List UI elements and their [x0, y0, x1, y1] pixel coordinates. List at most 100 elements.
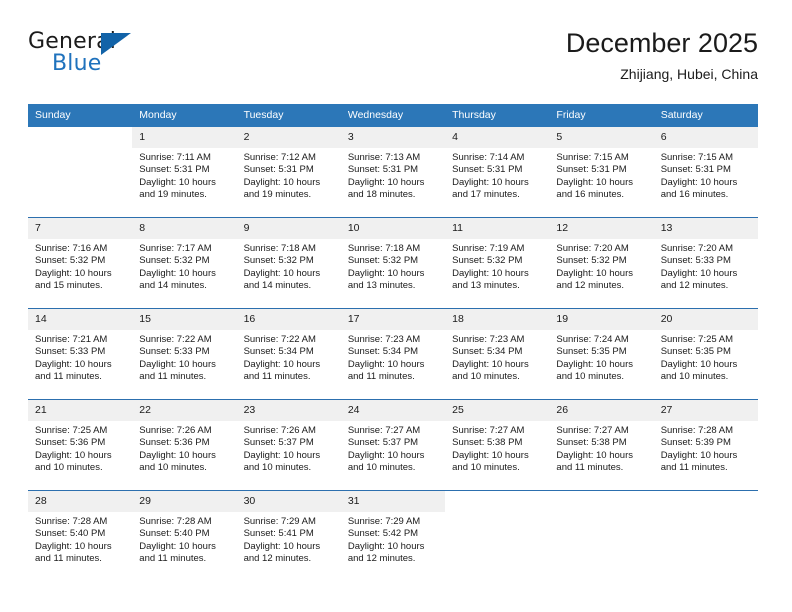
day-sun-info: Sunrise: 7:23 AM Sunset: 5:34 PM Daylight:…	[341, 330, 445, 384]
day-number: 14	[28, 309, 133, 330]
calendar-week-row: 28 Sunrise: 7:28 AM Sunset: 5:40 PM Dayligh…	[28, 490, 758, 581]
sunrise-text: Sunrise: 7:19 AM	[452, 243, 525, 254]
calendar-day-cell[interactable]: 3 Sunrise: 7:13 AM Sunset: 5:31 PM Daylight…	[340, 127, 446, 218]
day-sun-info: Sunrise: 7:17 AM Sunset: 5:32 PM Daylight:…	[132, 239, 236, 293]
calendar-day-cell[interactable]: 7 Sunrise: 7:16 AM Sunset: 5:32 PM Daylight…	[28, 217, 133, 309]
day-sun-info: Sunrise: 7:16 AM Sunset: 5:32 PM Daylight:…	[28, 239, 132, 293]
sunrise-text: Sunrise: 7:13 AM	[347, 152, 421, 163]
day-sun-info: Sunrise: 7:28 AM Sunset: 5:40 PM Daylight:…	[28, 512, 132, 566]
daylight-text-line2: and 16 minutes.	[556, 189, 625, 201]
daylight-text-line1: Daylight: 10 hours	[243, 449, 321, 461]
calendar-cell-empty	[445, 490, 550, 581]
daylight-text-line1: Daylight: 10 hours	[243, 267, 321, 279]
day-sun-info: Sunrise: 7:18 AM Sunset: 5:32 PM Daylight:…	[237, 239, 341, 293]
general-blue-logo[interactable]: General Blue	[28, 30, 148, 84]
calendar-grid: Sunday Monday Tuesday Wednesday Thursday…	[28, 104, 758, 581]
calendar-day-cell[interactable]: 28 Sunrise: 7:28 AM Sunset: 5:40 PM Dayligh…	[28, 490, 133, 581]
daylight-text-line1: Daylight: 10 hours	[347, 358, 425, 370]
calendar-day-cell[interactable]: 26 Sunrise: 7:27 AM Sunset: 5:38 PM Dayligh…	[549, 399, 654, 491]
day-sun-info: Sunrise: 7:15 AM Sunset: 5:31 PM Daylight:…	[654, 148, 758, 202]
day-number: 15	[132, 309, 237, 330]
day-sun-info: Sunrise: 7:26 AM Sunset: 5:37 PM Daylight:…	[237, 421, 341, 475]
sunset-text: Sunset: 5:38 PM	[452, 437, 523, 449]
calendar-day-cell[interactable]: 10 Sunrise: 7:18 AM Sunset: 5:32 PM Dayligh…	[340, 217, 446, 309]
calendar-day-cell[interactable]: 1 Sunrise: 7:11 AM Sunset: 5:31 PM Daylight…	[132, 127, 237, 218]
weekday-header-sunday: Sunday	[28, 104, 133, 127]
daylight-text-line1: Daylight: 10 hours	[556, 176, 633, 188]
sunset-text: Sunset: 5:33 PM	[35, 346, 106, 358]
calendar-day-cell[interactable]: 14 Sunrise: 7:21 AM Sunset: 5:33 PM Dayligh…	[28, 308, 133, 400]
weekday-header-row: Sunday Monday Tuesday Wednesday Thursday…	[28, 104, 758, 127]
daylight-text-line2: and 10 minutes.	[556, 371, 625, 383]
sunrise-text: Sunrise: 7:28 AM	[35, 516, 108, 527]
calendar-day-cell[interactable]: 21 Sunrise: 7:25 AM Sunset: 5:36 PM Dayligh…	[28, 399, 133, 491]
calendar-day-cell[interactable]: 23 Sunrise: 7:26 AM Sunset: 5:37 PM Dayligh…	[236, 399, 341, 491]
sunrise-text: Sunrise: 7:27 AM	[452, 425, 525, 436]
calendar-day-cell[interactable]: 17 Sunrise: 7:23 AM Sunset: 5:34 PM Dayligh…	[340, 308, 446, 400]
sunset-text: Sunset: 5:31 PM	[347, 164, 419, 176]
calendar-day-cell[interactable]: 24 Sunrise: 7:27 AM Sunset: 5:37 PM Dayligh…	[340, 399, 446, 491]
day-number: 23	[236, 400, 341, 421]
calendar-day-cell[interactable]: 19 Sunrise: 7:24 AM Sunset: 5:35 PM Dayligh…	[549, 308, 654, 400]
calendar-day-cell[interactable]: 5 Sunrise: 7:15 AM Sunset: 5:31 PM Daylight…	[549, 127, 654, 218]
day-number: 3	[340, 127, 446, 148]
daylight-text-line2: and 11 minutes.	[556, 462, 624, 474]
calendar-day-cell[interactable]: 20 Sunrise: 7:25 AM Sunset: 5:35 PM Dayligh…	[653, 308, 758, 400]
calendar-day-cell[interactable]: 2 Sunrise: 7:12 AM Sunset: 5:31 PM Daylight…	[236, 127, 341, 218]
calendar-day-cell[interactable]: 31 Sunrise: 7:29 AM Sunset: 5:42 PM Dayligh…	[340, 490, 446, 581]
calendar-day-cell[interactable]: 11 Sunrise: 7:19 AM Sunset: 5:32 PM Dayligh…	[445, 217, 550, 309]
calendar-day-cell[interactable]: 30 Sunrise: 7:29 AM Sunset: 5:41 PM Dayligh…	[236, 490, 341, 581]
daylight-text-line2: and 11 minutes.	[347, 371, 415, 383]
sunrise-text: Sunrise: 7:26 AM	[243, 425, 316, 436]
weekday-header-saturday: Saturday	[653, 104, 758, 127]
daylight-text-line1: Daylight: 10 hours	[556, 267, 633, 279]
daylight-text-line1: Daylight: 10 hours	[139, 540, 216, 552]
sunset-text: Sunset: 5:37 PM	[243, 437, 314, 449]
sunrise-text: Sunrise: 7:20 AM	[660, 243, 734, 254]
daylight-text-line2: and 11 minutes.	[243, 371, 311, 383]
calendar-day-cell[interactable]: 12 Sunrise: 7:20 AM Sunset: 5:32 PM Dayligh…	[549, 217, 654, 309]
sunrise-text: Sunrise: 7:16 AM	[35, 243, 108, 254]
daylight-text-line2: and 15 minutes.	[35, 280, 103, 292]
daylight-text-line2: and 19 minutes.	[243, 189, 312, 201]
daylight-text-line1: Daylight: 10 hours	[139, 449, 216, 461]
calendar-week-row: 21 Sunrise: 7:25 AM Sunset: 5:36 PM Dayligh…	[28, 399, 758, 491]
day-sun-info: Sunrise: 7:25 AM Sunset: 5:35 PM Daylight:…	[654, 330, 758, 384]
calendar-day-cell[interactable]: 27 Sunrise: 7:28 AM Sunset: 5:39 PM Dayligh…	[653, 399, 758, 491]
brand-word-blue: Blue	[52, 51, 102, 76]
daylight-text-line2: and 10 minutes.	[139, 462, 207, 474]
sunset-text: Sunset: 5:32 PM	[452, 255, 523, 267]
sunrise-text: Sunrise: 7:14 AM	[452, 152, 525, 163]
daylight-text-line1: Daylight: 10 hours	[452, 176, 529, 188]
calendar-day-cell[interactable]: 29 Sunrise: 7:28 AM Sunset: 5:40 PM Dayligh…	[132, 490, 237, 581]
day-number: 12	[549, 218, 654, 239]
calendar-day-cell[interactable]: 9 Sunrise: 7:18 AM Sunset: 5:32 PM Daylight…	[236, 217, 341, 309]
day-number: 9	[236, 218, 341, 239]
daylight-text-line1: Daylight: 10 hours	[139, 176, 216, 188]
daylight-text-line1: Daylight: 10 hours	[347, 176, 425, 188]
sunset-text: Sunset: 5:32 PM	[347, 255, 419, 267]
calendar-day-cell[interactable]: 18 Sunrise: 7:23 AM Sunset: 5:34 PM Dayligh…	[445, 308, 550, 400]
day-sun-info: Sunrise: 7:22 AM Sunset: 5:33 PM Daylight:…	[132, 330, 236, 384]
calendar-day-cell[interactable]: 22 Sunrise: 7:26 AM Sunset: 5:36 PM Dayligh…	[132, 399, 237, 491]
sunrise-text: Sunrise: 7:29 AM	[347, 516, 421, 527]
day-sun-info: Sunrise: 7:29 AM Sunset: 5:41 PM Daylight:…	[237, 512, 341, 566]
calendar-day-cell[interactable]: 13 Sunrise: 7:20 AM Sunset: 5:33 PM Dayligh…	[653, 217, 758, 309]
sunset-text: Sunset: 5:31 PM	[243, 164, 314, 176]
calendar-day-cell[interactable]: 6 Sunrise: 7:15 AM Sunset: 5:31 PM Daylight…	[653, 127, 758, 218]
sunset-text: Sunset: 5:36 PM	[35, 437, 106, 449]
daylight-text-line2: and 13 minutes.	[452, 280, 520, 292]
calendar-day-cell[interactable]: 8 Sunrise: 7:17 AM Sunset: 5:32 PM Daylight…	[132, 217, 237, 309]
sunset-text: Sunset: 5:39 PM	[660, 437, 731, 449]
weekday-header-thursday: Thursday	[445, 104, 550, 127]
daylight-text-line1: Daylight: 10 hours	[660, 267, 738, 279]
day-number: 20	[653, 309, 758, 330]
calendar-day-cell[interactable]: 4 Sunrise: 7:14 AM Sunset: 5:31 PM Daylight…	[445, 127, 550, 218]
calendar-day-cell[interactable]: 16 Sunrise: 7:22 AM Sunset: 5:34 PM Dayligh…	[236, 308, 341, 400]
calendar-day-cell[interactable]: 15 Sunrise: 7:22 AM Sunset: 5:33 PM Dayligh…	[132, 308, 237, 400]
sunset-text: Sunset: 5:32 PM	[243, 255, 314, 267]
sunrise-text: Sunrise: 7:20 AM	[556, 243, 629, 254]
calendar-day-cell[interactable]: 25 Sunrise: 7:27 AM Sunset: 5:38 PM Dayligh…	[445, 399, 550, 491]
day-sun-info: Sunrise: 7:27 AM Sunset: 5:37 PM Daylight:…	[341, 421, 445, 475]
sunset-text: Sunset: 5:42 PM	[347, 528, 419, 540]
